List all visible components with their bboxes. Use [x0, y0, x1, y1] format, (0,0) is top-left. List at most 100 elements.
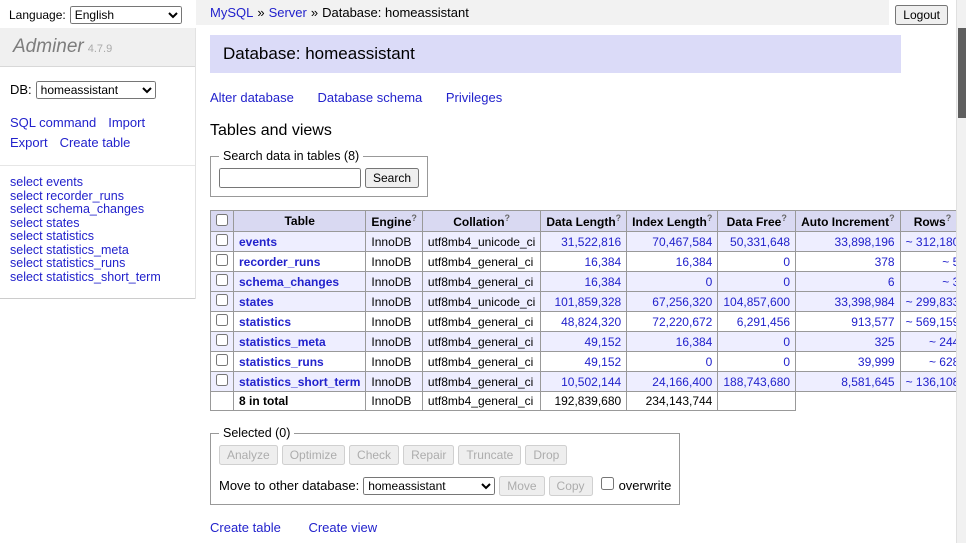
- create-table-sidebar-link[interactable]: Create table: [60, 135, 131, 150]
- row-checkbox[interactable]: [216, 314, 228, 326]
- sql-command-link[interactable]: SQL command: [10, 115, 96, 130]
- breadcrumb-server-link[interactable]: Server: [269, 5, 307, 20]
- column-help-sup[interactable]: ?: [505, 213, 511, 223]
- data-length-link[interactable]: 16,384: [584, 255, 621, 269]
- vertical-scrollbar[interactable]: [956, 0, 966, 543]
- column-help-sup[interactable]: ?: [411, 213, 417, 223]
- app-logo: Adminer4.7.9: [0, 28, 195, 67]
- data-free-link[interactable]: 188,743,680: [723, 375, 790, 389]
- db-select[interactable]: homeassistant: [36, 81, 156, 99]
- table-name-link[interactable]: recorder_runs: [239, 255, 320, 269]
- rows-count-link[interactable]: ~ 312,180: [906, 235, 960, 249]
- create-table-link[interactable]: Create table: [210, 520, 281, 535]
- data-free-link[interactable]: 0: [783, 275, 790, 289]
- data-length-link[interactable]: 31,522,816: [561, 235, 621, 249]
- row-checkbox[interactable]: [216, 294, 228, 306]
- auto-increment-link[interactable]: 39,999: [858, 355, 895, 369]
- search-button[interactable]: Search: [365, 168, 419, 188]
- row-checkbox[interactable]: [216, 354, 228, 366]
- table-name-link[interactable]: events: [239, 235, 277, 249]
- export-link[interactable]: Export: [10, 135, 48, 150]
- search-input[interactable]: [219, 168, 361, 188]
- breadcrumb-mysql-link[interactable]: MySQL: [210, 5, 253, 20]
- data-free-link[interactable]: 0: [783, 355, 790, 369]
- index-length-link[interactable]: 67,256,320: [652, 295, 712, 309]
- overwrite-checkbox[interactable]: [601, 477, 614, 490]
- table-name-link[interactable]: statistics_meta: [239, 335, 326, 349]
- data-free-link[interactable]: 50,331,648: [730, 235, 790, 249]
- tables-views-heading: Tables and views: [210, 122, 902, 140]
- table-name-link[interactable]: schema_changes: [239, 275, 339, 289]
- rows-count-link[interactable]: ~ 299,833: [906, 295, 960, 309]
- data-length-link[interactable]: 49,152: [584, 335, 621, 349]
- table-name-link[interactable]: statistics: [239, 315, 291, 329]
- column-help-sup[interactable]: ?: [707, 213, 713, 223]
- row-checkbox[interactable]: [216, 234, 228, 246]
- index-length-link[interactable]: 0: [706, 355, 713, 369]
- row-checkbox[interactable]: [216, 274, 228, 286]
- data-length-link[interactable]: 16,384: [584, 275, 621, 289]
- rows-count-link[interactable]: ~ 136,108: [906, 375, 960, 389]
- auto-increment-link[interactable]: 33,398,984: [835, 295, 895, 309]
- sidebar-table-link[interactable]: select statistics: [10, 230, 185, 244]
- import-link[interactable]: Import: [108, 115, 145, 130]
- sidebar-table-link[interactable]: select statistics_runs: [10, 257, 185, 271]
- move-db-select[interactable]: homeassistant: [363, 477, 495, 495]
- sidebar-actions: SQL command Import Export Create table: [0, 105, 195, 166]
- privileges-link[interactable]: Privileges: [446, 90, 502, 105]
- index-length-link[interactable]: 16,384: [676, 335, 713, 349]
- table-row: statisticsInnoDButf8mb4_general_ci48,824…: [211, 312, 966, 332]
- row-checkbox[interactable]: [216, 254, 228, 266]
- data-free-link[interactable]: 0: [783, 335, 790, 349]
- column-help-sup[interactable]: ?: [946, 213, 952, 223]
- index-length-link[interactable]: 0: [706, 275, 713, 289]
- data-length-link[interactable]: 101,859,328: [554, 295, 621, 309]
- column-help-sup[interactable]: ?: [781, 213, 787, 223]
- auto-increment-link[interactable]: 6: [888, 275, 895, 289]
- row-checkbox[interactable]: [216, 374, 228, 386]
- auto-increment-link[interactable]: 33,898,196: [835, 235, 895, 249]
- table-name-link[interactable]: statistics_short_term: [239, 375, 360, 389]
- logout-button[interactable]: Logout: [895, 5, 948, 25]
- data-length-link[interactable]: 10,502,144: [561, 375, 621, 389]
- rows-count-link[interactable]: ~ 628: [929, 355, 959, 369]
- index-length-link[interactable]: 24,166,400: [652, 375, 712, 389]
- overwrite-label[interactable]: overwrite: [619, 478, 672, 493]
- row-checkbox[interactable]: [216, 334, 228, 346]
- sidebar-table-link[interactable]: select recorder_runs: [10, 190, 185, 204]
- scrollbar-thumb[interactable]: [958, 28, 966, 118]
- index-length-link[interactable]: 72,220,672: [652, 315, 712, 329]
- database-schema-link[interactable]: Database schema: [317, 90, 422, 105]
- column-help-sup[interactable]: ?: [616, 213, 622, 223]
- data-free-link[interactable]: 6,291,456: [737, 315, 790, 329]
- sidebar-table-link[interactable]: select schema_changes: [10, 203, 185, 217]
- create-view-link[interactable]: Create view: [308, 520, 377, 535]
- index-length-link[interactable]: 70,467,584: [652, 235, 712, 249]
- data-length-link[interactable]: 48,824,320: [561, 315, 621, 329]
- engine-cell: InnoDB: [366, 372, 423, 392]
- table-name-link[interactable]: statistics_runs: [239, 355, 324, 369]
- table-name-link[interactable]: states: [239, 295, 274, 309]
- index-length-link[interactable]: 16,384: [676, 255, 713, 269]
- auto-increment-link[interactable]: 325: [875, 335, 895, 349]
- sidebar-table-link[interactable]: select statistics_short_term: [10, 271, 185, 285]
- adminer-logo-link[interactable]: Adminer: [13, 36, 84, 57]
- data-free-link[interactable]: 0: [783, 255, 790, 269]
- check-all-checkbox[interactable]: [216, 214, 228, 226]
- auto-increment-link[interactable]: 913,577: [851, 315, 894, 329]
- sidebar-table-link[interactable]: select statistics_meta: [10, 244, 185, 258]
- alter-database-link[interactable]: Alter database: [210, 90, 294, 105]
- auto-increment-link[interactable]: 8,581,645: [841, 375, 894, 389]
- data-length-link[interactable]: 49,152: [584, 355, 621, 369]
- sidebar-table-link[interactable]: select states: [10, 217, 185, 231]
- sidebar-table-link[interactable]: select events: [10, 176, 185, 190]
- column-help-sup[interactable]: ?: [889, 213, 895, 223]
- language-label: Language:: [9, 8, 66, 22]
- row-check-cell: [211, 352, 234, 372]
- rows-count-link[interactable]: ~ 569,159: [906, 315, 960, 329]
- language-select[interactable]: English: [70, 6, 182, 24]
- data-free-link[interactable]: 104,857,600: [723, 295, 790, 309]
- auto-increment-link[interactable]: 378: [875, 255, 895, 269]
- engine-cell: InnoDB: [366, 312, 423, 332]
- rows-count-link[interactable]: ~ 244: [929, 335, 959, 349]
